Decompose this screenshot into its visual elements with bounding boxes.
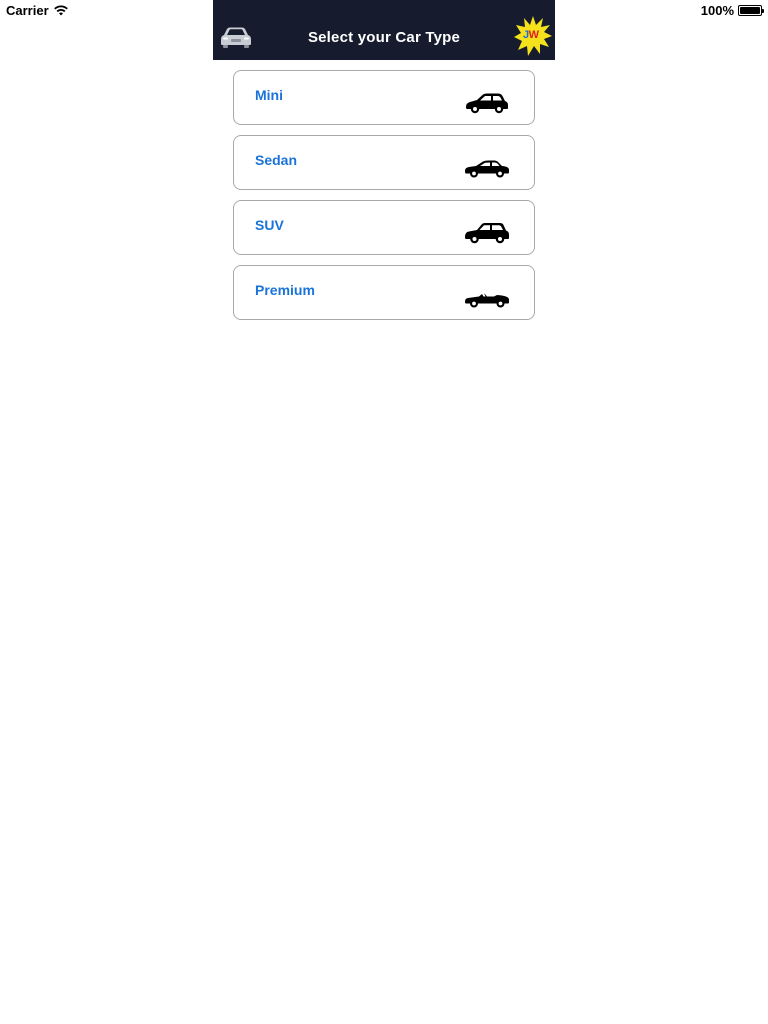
convertible-car-icon xyxy=(465,293,509,308)
car-type-row-sedan[interactable]: Sedan xyxy=(233,135,535,190)
suv-car-icon xyxy=(465,223,509,244)
hatchback-car-icon xyxy=(466,93,508,114)
car-type-label: Sedan xyxy=(255,152,298,168)
car-type-label: SUV xyxy=(255,217,284,233)
app-logo[interactable]: JW xyxy=(514,15,552,57)
car-type-label: Premium xyxy=(255,282,315,298)
sedan-car-icon xyxy=(465,160,509,178)
page-title: Select your Car Type xyxy=(307,29,461,46)
logo-text: JW xyxy=(523,29,539,41)
car-type-list: Mini Sedan SUV Premium xyxy=(233,70,535,330)
car-type-row-mini[interactable]: Mini xyxy=(233,70,535,125)
car-type-row-premium[interactable]: Premium xyxy=(233,265,535,320)
battery-icon xyxy=(738,5,764,16)
battery-percentage: 100% xyxy=(700,3,734,18)
car-type-label: Mini xyxy=(255,87,283,103)
status-battery-group: 100% xyxy=(700,3,764,18)
car-type-row-suv[interactable]: SUV xyxy=(233,200,535,255)
nav-header: Select your Car Type JW xyxy=(213,0,555,60)
